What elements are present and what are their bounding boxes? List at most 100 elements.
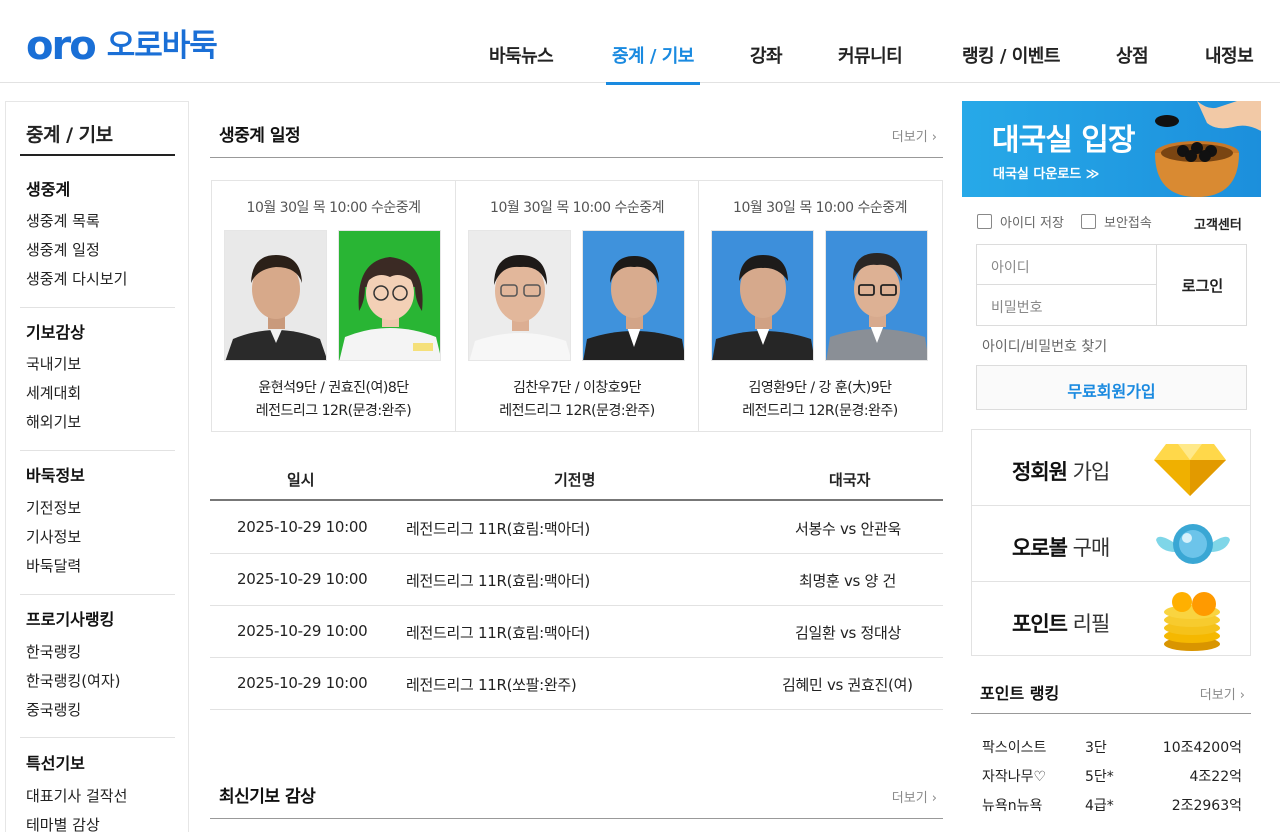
table-row[interactable]: 2025-10-29 10:00 레전드리그 11R(효림:맥아더) 서봉수 v… xyxy=(210,502,943,554)
more-link[interactable]: 더보기 › xyxy=(1200,684,1245,703)
promo-label: 오로볼 구매 xyxy=(1012,536,1110,560)
site-header: oro 오로바둑 바둑뉴스 중계 / 기보 강좌 커뮤니티 랭킹 / 이벤트 상… xyxy=(0,0,1280,85)
more-link[interactable]: 더보기 › xyxy=(892,126,937,145)
save-id-label: 아이디 저장 xyxy=(1000,216,1064,231)
nav-ranking-event[interactable]: 랭킹 / 이벤트 xyxy=(962,42,1060,83)
card-players: 윤현석9단 / 권효진(여)8단 xyxy=(258,380,409,396)
checkbox-icon xyxy=(977,214,992,229)
player-photo xyxy=(224,230,327,361)
live-card[interactable]: 10월 30일 목 10:00 수순중계 김영환9단 / 강 훈(大)9단 레전… xyxy=(698,181,941,431)
schedule-table-header: 일시 기전명 대국자 xyxy=(210,456,943,501)
game-room-download[interactable]: 대국실 다운로드 ≫ xyxy=(993,163,1099,182)
side-link-live-replay[interactable]: 생중계 다시보기 xyxy=(26,268,127,289)
side-link-korea-ranking[interactable]: 한국랭킹 xyxy=(26,641,81,662)
side-link-live-list[interactable]: 생중계 목록 xyxy=(26,210,100,231)
ranking-row[interactable]: 뉴욕n뉴욕 4급* 2조2963억 xyxy=(971,789,1251,818)
customer-center-link[interactable]: 고객센터 xyxy=(1194,214,1242,233)
table-row[interactable]: 2025-10-29 10:00 레전드리그 11R(효림:맥아더) 김일환 v… xyxy=(210,606,943,658)
row-date: 2025-10-29 10:00 xyxy=(237,518,368,536)
card-league: 레전드리그 12R(문경:완주) xyxy=(255,403,412,419)
side-group-records: 기보감상 국내기보 세계대회 해외기보 xyxy=(20,319,175,451)
card-date: 10월 30일 목 10:00 수순중계 xyxy=(490,200,664,216)
nav-live-records[interactable]: 중계 / 기보 xyxy=(606,42,700,85)
live-card[interactable]: 10월 30일 목 10:00 수순중계 김찬우7단 / 이창호9단 레전드리그… xyxy=(455,181,698,431)
row-event: 레전드리그 11R(효림:맥아더) xyxy=(406,520,590,538)
recent-records-header: 최신기보 감상 더보기 › xyxy=(210,762,943,819)
promo-label: 포인트 리필 xyxy=(1012,612,1110,636)
side-link-masterpieces[interactable]: 대표기사 걸작선 xyxy=(26,785,127,806)
nav-shop[interactable]: 상점 xyxy=(1116,42,1149,83)
row-event: 레전드리그 11R(쏘팔:완주) xyxy=(406,676,577,694)
live-cards: 10월 30일 목 10:00 수순중계 윤현석9단 / 권효진(여)8단 레전… xyxy=(211,180,943,432)
rank-name: 자작나무♡ xyxy=(982,769,1047,785)
secure-login-checkbox[interactable]: 보안접속 xyxy=(1081,212,1152,231)
row-players: 김일환 vs 정대상 xyxy=(795,624,902,642)
side-link-player-info[interactable]: 기사정보 xyxy=(26,526,81,547)
side-link-china-ranking[interactable]: 중국랭킹 xyxy=(26,699,81,720)
side-group-special: 특선기보 대표기사 걸작선 테마별 감상 xyxy=(20,750,175,832)
side-link-world[interactable]: 세계대회 xyxy=(26,382,81,403)
coins-icon xyxy=(1164,592,1220,651)
ranking-row[interactable]: 팍스이스트 3단 10조4200억 xyxy=(971,731,1251,760)
side-group-live: 생중계 생중계 목록 생중계 일정 생중계 다시보기 xyxy=(20,176,175,308)
row-date: 2025-10-29 10:00 xyxy=(237,570,368,588)
password-input[interactable]: 비밀번호 xyxy=(977,285,1157,325)
promo-list: 정회원 가입 오로볼 구매 포인트 리필 xyxy=(971,429,1251,656)
section-title: 포인트 랭킹 xyxy=(980,684,1060,703)
card-date: 10월 30일 목 10:00 수순중계 xyxy=(733,200,907,216)
promo-membership[interactable]: 정회원 가입 xyxy=(972,430,1250,505)
row-date: 2025-10-29 10:00 xyxy=(237,622,368,640)
player-photo xyxy=(468,230,571,361)
row-players: 서봉수 vs 안관욱 xyxy=(795,520,902,538)
table-row[interactable]: 2025-10-29 10:00 레전드리그 11R(효림:맥아더) 최명훈 v… xyxy=(210,554,943,606)
rank-name: 팍스이스트 xyxy=(982,740,1047,756)
side-group-title: 생중계 xyxy=(26,180,71,199)
side-link-live-schedule[interactable]: 생중계 일정 xyxy=(26,239,100,260)
checkbox-icon xyxy=(1081,214,1096,229)
section-title: 생중계 일정 xyxy=(219,126,301,146)
side-link-domestic[interactable]: 국내기보 xyxy=(26,353,81,374)
player-photo xyxy=(338,230,441,361)
signup-button[interactable]: 무료회원가입 xyxy=(976,365,1247,410)
side-link-tournament-info[interactable]: 기전정보 xyxy=(26,497,81,518)
side-group-title: 기보감상 xyxy=(26,323,85,342)
ranking-row[interactable]: 자작나무♡ 5단* 4조22억 xyxy=(971,760,1251,789)
promo-point-refill[interactable]: 포인트 리필 xyxy=(972,581,1250,656)
col-date: 일시 xyxy=(287,471,315,489)
side-link-themes[interactable]: 테마별 감상 xyxy=(26,814,100,832)
promo-oroball[interactable]: 오로볼 구매 xyxy=(972,505,1250,580)
login-button[interactable]: 로그인 xyxy=(1158,245,1247,325)
side-group-title: 프로기사랭킹 xyxy=(26,610,115,629)
more-link[interactable]: 더보기 › xyxy=(892,787,937,806)
id-input[interactable]: 아이디 xyxy=(977,245,1157,285)
live-card[interactable]: 10월 30일 목 10:00 수순중계 윤현석9단 / 권효진(여)8단 레전… xyxy=(212,181,455,431)
side-group-title: 바둑정보 xyxy=(26,466,85,485)
player-photo xyxy=(582,230,685,361)
find-account-link[interactable]: 아이디/비밀번호 찾기 xyxy=(982,336,1107,356)
rank-grade: 3단 xyxy=(1085,740,1107,756)
side-group-title: 특선기보 xyxy=(26,754,85,773)
nav-lessons[interactable]: 강좌 xyxy=(750,42,783,83)
side-link-korea-women-ranking[interactable]: 한국랭킹(여자) xyxy=(26,670,121,691)
side-link-calendar[interactable]: 바둑달력 xyxy=(26,555,81,576)
game-room-banner[interactable]: 대국실 입장 대국실 다운로드 ≫ xyxy=(962,101,1261,197)
row-players: 최명훈 vs 양 건 xyxy=(799,572,896,590)
save-id-checkbox[interactable]: 아이디 저장 xyxy=(977,212,1064,231)
go-bowl-icon xyxy=(1155,101,1261,197)
section-title: 최신기보 감상 xyxy=(219,787,316,807)
side-link-overseas[interactable]: 해외기보 xyxy=(26,411,81,432)
login-form: 아이디 비밀번호 로그인 xyxy=(976,244,1247,326)
nav-my-info[interactable]: 내정보 xyxy=(1205,42,1254,83)
rank-points: 10조4200억 xyxy=(1162,740,1242,756)
promo-label: 정회원 가입 xyxy=(1012,460,1110,484)
nav-baduk-news[interactable]: 바둑뉴스 xyxy=(489,42,554,83)
live-schedule-header: 생중계 일정 더보기 › xyxy=(210,101,943,158)
table-row[interactable]: 2025-10-29 10:00 레전드리그 11R(쏘팔:완주) 김혜민 vs… xyxy=(210,658,943,710)
diamond-icon xyxy=(1154,444,1226,496)
row-event: 레전드리그 11R(효림:맥아더) xyxy=(406,624,590,642)
rank-name: 뉴욕n뉴욕 xyxy=(982,798,1043,814)
card-date: 10월 30일 목 10:00 수순중계 xyxy=(246,200,421,216)
row-date: 2025-10-29 10:00 xyxy=(237,674,368,692)
nav-community[interactable]: 커뮤니티 xyxy=(838,42,903,83)
rank-grade: 4급* xyxy=(1085,798,1114,814)
